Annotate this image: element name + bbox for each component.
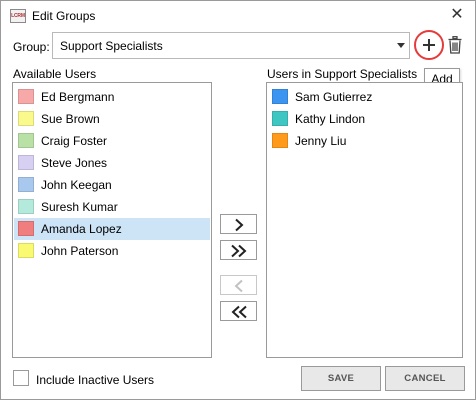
user-color-swatch (18, 155, 34, 170)
window-title: Edit Groups (32, 9, 96, 23)
list-item[interactable]: John Paterson (14, 240, 210, 262)
group-selected-value: Support Specialists (60, 39, 163, 53)
user-name: Sue Brown (41, 112, 100, 126)
user-color-swatch (18, 89, 34, 104)
add-all-button[interactable] (220, 240, 257, 260)
user-color-swatch (18, 177, 34, 192)
chevron-right-icon (235, 218, 244, 232)
add-selected-button[interactable] (220, 214, 257, 234)
chevron-left-icon (234, 279, 243, 293)
available-users-label: Available Users (13, 67, 97, 81)
save-button[interactable]: SAVE (301, 366, 381, 391)
user-color-swatch (18, 199, 34, 214)
user-name: Suresh Kumar (41, 200, 118, 214)
add-group-button[interactable] (414, 30, 444, 60)
remove-selected-button[interactable] (220, 275, 257, 295)
group-label: Group: (13, 40, 50, 54)
list-item[interactable]: Steve Jones (14, 152, 210, 174)
double-chevron-left-icon (231, 305, 247, 319)
edit-groups-dialog: LCRM Edit Groups ✕ Group: Support Specia… (0, 0, 476, 400)
close-button[interactable]: ✕ (445, 3, 469, 27)
plus-icon (423, 39, 435, 51)
list-item[interactable]: Jenny Liu (268, 130, 461, 152)
user-name: Craig Foster (41, 134, 108, 148)
user-name: Kathy Lindon (295, 112, 366, 126)
include-inactive-label: Include Inactive Users (36, 373, 155, 387)
list-item[interactable]: Ed Bergmann (14, 86, 210, 108)
list-item[interactable]: Amanda Lopez (14, 218, 210, 240)
user-name: Amanda Lopez (41, 222, 122, 236)
user-name: Steve Jones (41, 156, 108, 170)
user-color-swatch (272, 89, 288, 104)
group-members-list[interactable]: Sam Gutierrez Kathy Lindon Jenny Liu (266, 82, 463, 358)
group-members-label: Users in Support Specialists (267, 67, 418, 81)
title-bar: LCRM Edit Groups ✕ (1, 1, 475, 31)
list-item[interactable]: Sue Brown (14, 108, 210, 130)
remove-all-button[interactable] (220, 301, 257, 321)
list-item[interactable]: Suresh Kumar (14, 196, 210, 218)
user-color-swatch (18, 243, 34, 258)
user-color-swatch (18, 221, 34, 236)
user-color-swatch (272, 111, 288, 126)
cancel-button[interactable]: CANCEL (385, 366, 465, 391)
list-item[interactable]: Sam Gutierrez (268, 86, 461, 108)
available-users-list[interactable]: Ed Bergmann Sue Brown Craig Foster Steve Jo… (12, 82, 212, 358)
trash-icon (448, 36, 462, 54)
user-color-swatch (18, 111, 34, 126)
chevron-down-icon (397, 43, 405, 48)
delete-group-button[interactable] (448, 36, 462, 54)
user-color-swatch (272, 133, 288, 148)
include-inactive-checkbox[interactable] (13, 370, 29, 386)
user-name: Jenny Liu (295, 134, 347, 148)
group-dropdown[interactable]: Support Specialists (52, 32, 410, 59)
list-item[interactable]: Kathy Lindon (268, 108, 461, 130)
user-name: Ed Bergmann (41, 90, 115, 104)
list-item[interactable]: Craig Foster (14, 130, 210, 152)
user-name: John Keegan (41, 178, 112, 192)
app-logo-icon: LCRM (10, 9, 26, 23)
double-chevron-right-icon (231, 244, 247, 258)
user-name: John Paterson (41, 244, 119, 258)
user-color-swatch (18, 133, 34, 148)
user-name: Sam Gutierrez (295, 90, 373, 104)
list-item[interactable]: John Keegan (14, 174, 210, 196)
